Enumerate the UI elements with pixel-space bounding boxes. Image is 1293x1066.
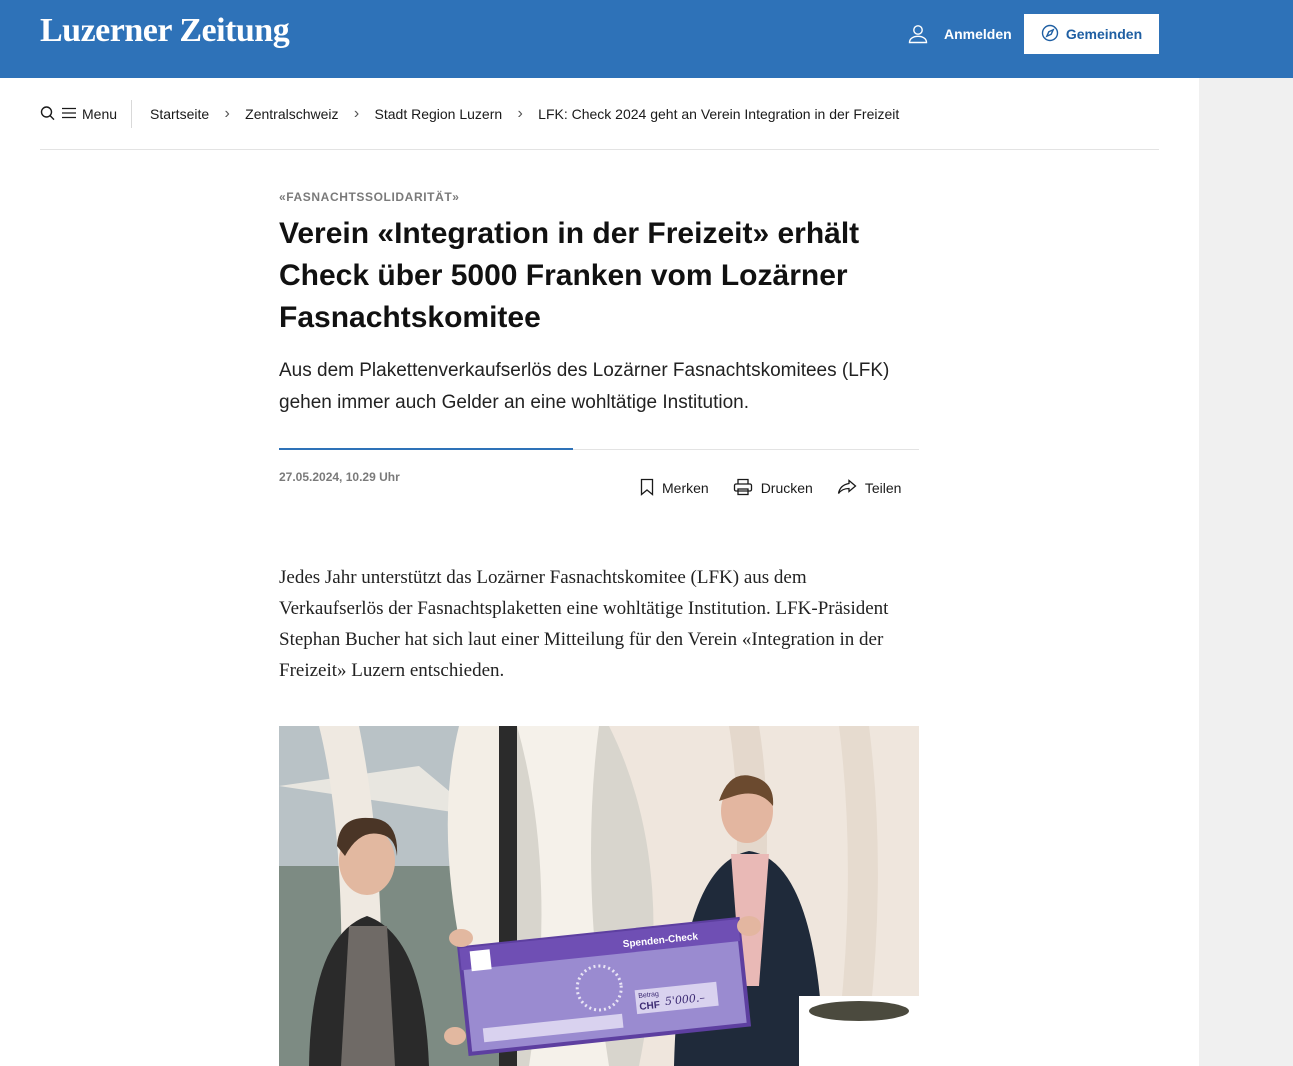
breadcrumb-bar: Menu Startseite › Zentralschweiz › Stadt… [40, 78, 1159, 150]
bookmark-icon [640, 478, 654, 499]
user-icon [906, 22, 930, 46]
printer-icon [733, 478, 753, 499]
chevron-right-icon: › [224, 105, 230, 122]
bookmark-label: Merken [662, 480, 709, 496]
menu-label: Menu [82, 106, 118, 122]
share-button[interactable]: Teilen [837, 478, 902, 498]
article-divider-accent [279, 448, 573, 450]
chevron-right-icon: › [517, 105, 523, 122]
bookmark-button[interactable]: Merken [640, 478, 709, 499]
search-icon [40, 105, 56, 124]
breadcrumb-item-current: LFK: Check 2024 geht an Verein Integrati… [538, 106, 900, 122]
gemeinden-label: Gemeinden [1065, 26, 1143, 42]
article-kicker: «FASNACHTSSOLIDARITÄT» [279, 190, 460, 204]
share-icon [837, 478, 857, 498]
compass-icon [1041, 24, 1059, 45]
breadcrumb-item-stadt-region-luzern[interactable]: Stadt Region Luzern [375, 106, 503, 122]
page-gutter [1199, 78, 1293, 1066]
login-link[interactable]: Anmelden [906, 22, 1012, 46]
site-logo[interactable]: Luzerner Zeitung [40, 12, 290, 50]
print-button[interactable]: Drucken [733, 478, 813, 499]
breadcrumb-item-home[interactable]: Startseite [150, 106, 209, 122]
article-headline: Verein «Integration in der Freizeit» erh… [279, 217, 860, 334]
check-currency: CHF [639, 1000, 661, 1013]
gemeinden-button[interactable]: Gemeinden [1024, 14, 1159, 54]
menu-button[interactable]: Menu [40, 102, 117, 126]
print-label: Drucken [760, 480, 813, 496]
chevron-right-icon: › [353, 105, 360, 122]
photo-illustration: Spenden-Check Betrag CHF 5'000.– [279, 726, 919, 1066]
article-date: 27.05.2024, 10.29 Uhr [279, 470, 400, 484]
article-photo[interactable]: Spenden-Check Betrag CHF 5'000.– [279, 726, 919, 1066]
article-paragraph: Jedes Jahr unterstützt das Lozärner Fasn… [279, 567, 889, 681]
article-lead: Aus dem Plakettenverkaufserlös des Lozär… [279, 360, 890, 413]
login-label: Anmelden [944, 26, 1012, 42]
breadcrumb-item-zentralschweiz[interactable]: Zentralschweiz [245, 106, 338, 122]
site-header: Luzerner Zeitung Anmelden Gemeinden [0, 0, 1293, 78]
share-label: Teilen [864, 480, 902, 496]
nav-divider [131, 100, 132, 128]
breadcrumb: Startseite › Zentralschweiz › Stadt Regi… [150, 102, 899, 126]
article-actions: Merken Drucken Teilen [640, 476, 901, 500]
hamburger-icon [62, 106, 76, 122]
